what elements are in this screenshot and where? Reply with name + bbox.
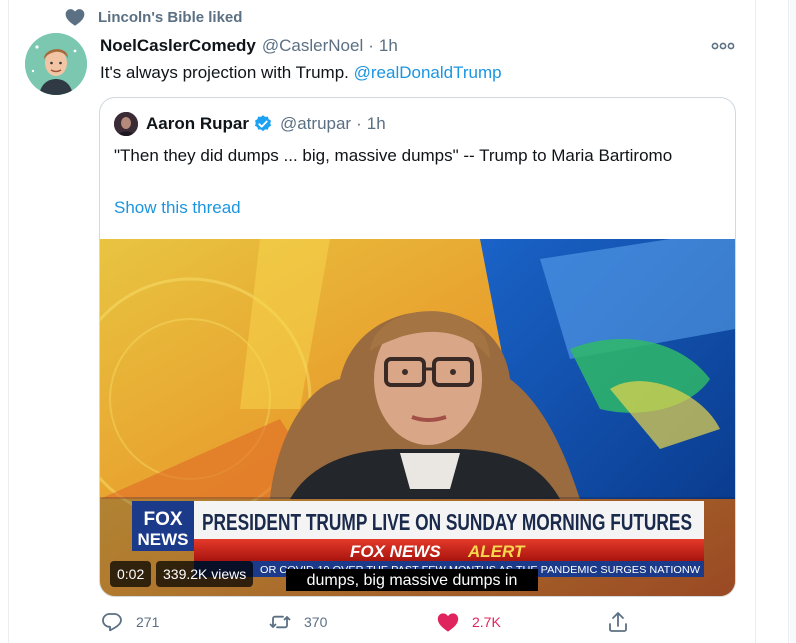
like-count: 2.7K xyxy=(472,614,501,630)
video-caption: dumps, big massive dumps in xyxy=(307,572,518,589)
quoted-avatar[interactable] xyxy=(114,112,138,136)
alert-word: ALERT xyxy=(467,542,526,561)
reply-count: 271 xyxy=(136,614,160,630)
share-icon xyxy=(609,612,627,632)
video-elapsed-time: 0:02 xyxy=(110,561,152,587)
retweet-icon xyxy=(269,615,291,629)
chyron-headline: PRESIDENT TRUMP LIVE ON SUNDAY MORNING F… xyxy=(202,509,692,535)
column-divider xyxy=(788,0,789,643)
video-player[interactable]: FOX NEWS PRESIDENT TRUMP LIVE ON SUNDAY … xyxy=(100,239,735,596)
tweet-header: NoelCaslerComedy @CaslerNoel · 1h xyxy=(100,36,398,56)
social-context[interactable]: Lincoln's Bible liked xyxy=(64,6,242,28)
fox-logo-top: FOX xyxy=(143,509,182,530)
social-context-text: Lincoln's Bible liked xyxy=(98,8,243,26)
author-name[interactable]: NoelCaslerComedy xyxy=(100,36,256,56)
quoted-tweet[interactable]: Aaron Rupar @atrupar · 1h "Then they did… xyxy=(99,97,736,597)
elapsed-time-text: 0:02 xyxy=(117,566,145,582)
avatar-image xyxy=(25,33,87,95)
tweet-timestamp[interactable]: 1h xyxy=(379,36,398,56)
heart-icon xyxy=(65,9,85,26)
quoted-author-handle[interactable]: @atrupar xyxy=(280,114,351,134)
tweet-body: It's always projection with Trump. xyxy=(100,63,349,82)
retweet-count: 370 xyxy=(304,614,328,630)
video-frame: FOX NEWS PRESIDENT TRUMP LIVE ON SUNDAY … xyxy=(100,239,735,596)
tweet-text: It's always projection with Trump. @real… xyxy=(100,63,502,83)
heart-filled-icon xyxy=(437,613,459,632)
video-view-count: 339.2K views xyxy=(156,561,254,587)
more-options-icon[interactable] xyxy=(711,38,735,54)
like-button[interactable]: 2.7K xyxy=(436,610,501,634)
author-handle[interactable]: @CaslerNoel xyxy=(262,36,363,56)
avatar[interactable] xyxy=(25,33,87,95)
quoted-tweet-header: Aaron Rupar @atrupar · 1h xyxy=(114,112,386,136)
quoted-separator-dot: · xyxy=(356,114,362,133)
quoted-author-name[interactable]: Aaron Rupar xyxy=(146,114,249,134)
quoted-tweet-text: "Then they did dumps ... big, massive du… xyxy=(114,146,673,165)
quoted-timestamp[interactable]: 1h xyxy=(367,114,386,134)
fox-logo-bottom: NEWS xyxy=(138,530,189,549)
quoted-avatar-image xyxy=(114,112,138,136)
reply-button[interactable]: 271 xyxy=(100,610,159,634)
view-count-text: 339.2K views xyxy=(163,566,247,582)
scrollbar-track[interactable] xyxy=(790,0,796,643)
mention-link[interactable]: @realDonaldTrump xyxy=(354,63,502,82)
tweet-actions: 271 370 2.7K xyxy=(100,610,640,636)
retweet-button[interactable]: 370 xyxy=(268,610,327,634)
alert-prefix: FOX NEWS xyxy=(350,542,441,561)
separator-dot: · xyxy=(368,36,374,55)
share-button[interactable] xyxy=(606,610,642,634)
show-thread-link[interactable]: Show this thread xyxy=(114,198,241,218)
verified-badge-icon xyxy=(254,115,271,132)
reply-icon xyxy=(102,613,122,632)
